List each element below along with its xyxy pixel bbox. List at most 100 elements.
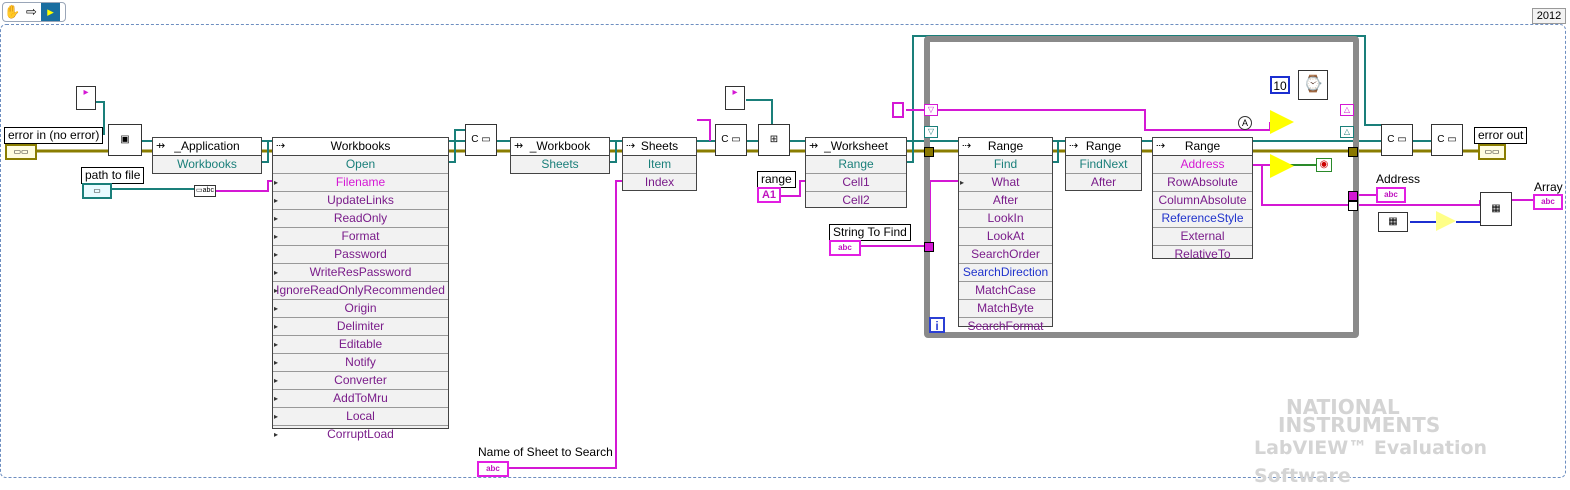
node-row-searchorder[interactable]: SearchOrder <box>959 246 1052 264</box>
error-out-terminal[interactable]: ▭▭ <box>1478 144 1506 160</box>
node-row-lookin[interactable]: LookIn <box>959 210 1052 228</box>
empty-string-constant[interactable] <box>892 102 904 118</box>
node-row-find[interactable]: Find <box>959 156 1052 174</box>
node-row-open[interactable]: Open <box>273 156 448 174</box>
range-constant[interactable]: A1 <box>757 187 781 203</box>
iteration-terminal: i <box>929 317 945 333</box>
node-row-corruptload[interactable]: ▸ CorruptLoad <box>273 426 448 443</box>
file-constant-icon[interactable]: ▸ <box>76 86 96 110</box>
close-reference-icon[interactable]: C ▭ <box>465 124 497 156</box>
shift-register-right[interactable]: △ <box>1340 104 1354 116</box>
node-row-range[interactable]: Range <box>806 156 906 174</box>
range-find-invoke-node[interactable]: ⇢ Range Find ▸ What After LookIn LookAt Se… <box>958 137 1053 333</box>
watermark-line3: LabVIEW™ Evaluation Software <box>1254 437 1488 487</box>
sheet-name-terminal[interactable]: abc <box>477 461 509 477</box>
address-indicator[interactable]: abc <box>1376 187 1406 203</box>
sheets-property-node[interactable]: ⇢ Sheets Item Index <box>622 137 697 191</box>
node-row-cell1[interactable]: Cell1 <box>806 174 906 192</box>
node-row-relativeto[interactable]: RelativeTo <box>1153 246 1252 263</box>
select-icon[interactable] <box>1270 110 1294 134</box>
error-in-terminal[interactable]: ▭▭ <box>5 144 37 160</box>
workbooks-node-title: Workbooks <box>330 139 391 153</box>
node-row-lookat[interactable]: LookAt <box>959 228 1052 246</box>
sheets-node-title: Sheets <box>640 139 679 153</box>
node-row-searchdirection[interactable]: SearchDirection <box>959 264 1052 282</box>
array-size-icon[interactable]: ▦ <box>1378 212 1408 232</box>
node-row-searchformat[interactable]: SearchFormat <box>959 318 1052 335</box>
array-label: Array <box>1534 180 1563 194</box>
node-row-workbooks[interactable]: Workbooks <box>153 156 261 173</box>
node-row-writerespassword[interactable]: ▸ WriteResPassword <box>273 264 448 282</box>
node-row-item[interactable]: Item <box>623 156 696 174</box>
equal-icon[interactable] <box>1270 154 1294 178</box>
decrement-icon[interactable] <box>1436 211 1456 231</box>
file-constant-icon-2[interactable]: ▸ <box>725 86 745 110</box>
node-row-addtomru[interactable]: ▸ AddToMru <box>273 390 448 408</box>
range-address-node-title: Range <box>1184 139 1221 153</box>
replace-array-subset-icon[interactable]: ▦ <box>1480 192 1512 226</box>
close-reference-icon-2[interactable]: C ▭ <box>715 124 747 156</box>
node-row-sheets[interactable]: Sheets <box>511 156 609 173</box>
sheet-name-label: Name of Sheet to Search <box>478 445 613 459</box>
range-find-node-title: Range <box>987 139 1024 153</box>
node-row-matchbyte[interactable]: MatchByte <box>959 300 1052 318</box>
array-indicator[interactable]: abc <box>1533 194 1563 210</box>
node-row-notify[interactable]: ▸ Notify <box>273 354 448 372</box>
string-to-find-label: String To Find <box>829 224 911 241</box>
workbook-node-title: _Workbook <box>529 139 591 153</box>
array-tunnel-out <box>1348 201 1358 211</box>
range-findnext-invoke-node[interactable]: ⇢ Range FindNext After <box>1065 137 1142 191</box>
path-to-file-label: path to file <box>81 167 145 184</box>
node-row-what[interactable]: ▸ What <box>959 174 1052 192</box>
node-row-columnabsolute[interactable]: ColumnAbsolute <box>1153 192 1252 210</box>
node-row-format[interactable]: ▸ Format <box>273 228 448 246</box>
range-label: range <box>757 171 796 188</box>
error-tunnel-out <box>1348 147 1358 157</box>
first-call-icon[interactable]: A <box>1238 116 1252 130</box>
node-row-delimiter[interactable]: ▸ Delimiter <box>273 318 448 336</box>
worksheet-property-node[interactable]: ⇸ _Worksheet Range Cell1 Cell2 <box>805 137 907 208</box>
application-property-node[interactable]: ⇸ _Application Workbooks <box>152 137 262 174</box>
watermark-line2: INSTRUMENTS <box>1278 413 1441 437</box>
close-reference-icon-4[interactable]: C ▭ <box>1431 124 1463 156</box>
shift-register-right-2[interactable]: △ <box>1340 126 1354 138</box>
path-to-string-icon[interactable]: ▭abc <box>194 185 216 197</box>
node-row-editable[interactable]: ▸ Editable <box>273 336 448 354</box>
workbooks-invoke-node[interactable]: ⇢ Workbooks Open ▸ Filename ▸ UpdateLinks ▸ Rea… <box>272 137 449 441</box>
wait-timer-icon[interactable]: ⌚ <box>1298 70 1328 100</box>
address-tunnel-out <box>1348 191 1358 201</box>
node-row-address[interactable]: Address <box>1153 156 1252 174</box>
close-reference-icon-3[interactable]: C ▭ <box>1381 124 1413 156</box>
numeric-constant-10[interactable]: 10 <box>1270 76 1290 94</box>
node-row-ignorereadonlyrecommended[interactable]: ▸ IgnoreReadOnlyRecommended <box>273 282 448 300</box>
variant-to-data-icon[interactable]: ⊞ <box>758 124 790 156</box>
error-in-label: error in (no error) <box>4 127 104 144</box>
automation-open-icon[interactable]: ▣ <box>108 124 142 156</box>
node-row-local[interactable]: ▸ Local <box>273 408 448 426</box>
node-row-after[interactable]: After <box>959 192 1052 210</box>
workbook-property-node[interactable]: ⇸ _Workbook Sheets <box>510 137 610 174</box>
range-findnext-node-title: Range <box>1085 139 1122 153</box>
string-to-find-terminal[interactable]: abc <box>829 240 861 256</box>
node-row-converter[interactable]: ▸ Converter <box>273 372 448 390</box>
node-row-findnext-after[interactable]: After <box>1066 174 1141 191</box>
node-row-updatelinks[interactable]: ▸ UpdateLinks <box>273 192 448 210</box>
node-row-password[interactable]: ▸ Password <box>273 246 448 264</box>
shift-register-left[interactable]: ▽ <box>924 104 938 116</box>
node-row-rowabsolute[interactable]: RowAbsolute <box>1153 174 1252 192</box>
node-row-filename[interactable]: ▸ Filename <box>273 174 448 192</box>
stop-terminal-icon[interactable]: ◉ <box>1316 158 1332 172</box>
node-row-findnext[interactable]: FindNext <box>1066 156 1141 174</box>
range-address-property-node[interactable]: ⇢ Range Address RowAbsolute ColumnAbsolut… <box>1152 137 1253 261</box>
node-row-origin[interactable]: ▸ Origin <box>273 300 448 318</box>
address-label: Address <box>1376 172 1421 186</box>
node-row-matchcase[interactable]: MatchCase <box>959 282 1052 300</box>
path-to-file-terminal[interactable]: ▭ <box>82 183 112 199</box>
node-row-readonly[interactable]: ▸ ReadOnly <box>273 210 448 228</box>
node-row-cell2[interactable]: Cell2 <box>806 192 906 209</box>
node-row-referencestyle[interactable]: ReferenceStyle <box>1153 210 1252 228</box>
node-row-external[interactable]: External <box>1153 228 1252 246</box>
node-row-index[interactable]: Index <box>623 174 696 191</box>
shift-register-left-2[interactable]: ▽ <box>924 126 938 138</box>
application-node-title: _Application <box>174 139 240 153</box>
